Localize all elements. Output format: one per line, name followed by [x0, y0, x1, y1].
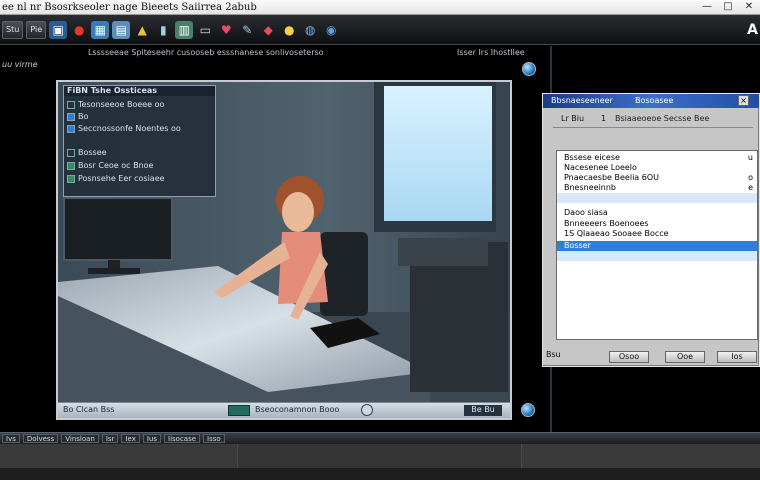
- checkbox-icon: [67, 100, 75, 109]
- secondary-bar: Lsssseeae Spiteseehr cusooseb esssnanese…: [0, 46, 760, 59]
- list-item[interactable]: [557, 193, 757, 203]
- task-item[interactable]: Iisocase: [164, 434, 201, 443]
- apply-button[interactable]: Ios: [717, 351, 757, 363]
- bottom-panel-right: [522, 444, 760, 468]
- dialog-tab-2[interactable]: 1: [601, 114, 606, 123]
- properties-dialog: Bbsnaeseeneer Bosoasee × Lr Biu 1 Bsiaae…: [542, 93, 760, 367]
- picture-icon[interactable]: ▣: [49, 20, 68, 39]
- render-viewport[interactable]: FiBN Tshe Ossticeas Tesonseeoe Boeee oo …: [56, 80, 512, 420]
- overlay-header: FiBN Tshe Ossticeas: [64, 86, 215, 96]
- feather-icon[interactable]: ✎: [238, 21, 256, 39]
- display-icon[interactable]: ▭: [196, 21, 214, 39]
- toolbar-button-pie[interactable]: Pie: [26, 20, 47, 39]
- task-item[interactable]: Dolvess: [22, 434, 59, 443]
- status-right-button[interactable]: Be Bu: [464, 405, 502, 416]
- overlay-row[interactable]: Posnsehe Eer cosiaee: [67, 174, 165, 183]
- bottom-panels: [0, 444, 760, 480]
- jar-icon[interactable]: ▮: [154, 21, 172, 39]
- dialog-title: Bbsnaeseeneer: [551, 96, 613, 105]
- overlay-row[interactable]: Tesonseeoe Boeee oo: [67, 100, 164, 109]
- globe-button-top[interactable]: [522, 62, 536, 76]
- list-item[interactable]: Daoo siasa: [557, 208, 757, 218]
- overlay-row[interactable]: Seccnossonfe Noentes oo: [67, 124, 181, 133]
- breadcrumb: Lsssseeae Spiteseehr cusooseb esssnanese…: [88, 48, 324, 57]
- toolbar-button-stu[interactable]: Stu: [2, 20, 24, 39]
- task-item[interactable]: Iex: [121, 434, 140, 443]
- dialog-title-right: Bosoasee: [635, 96, 674, 105]
- close-button[interactable]: ✕: [742, 1, 756, 12]
- checkbox-icon: [67, 148, 75, 157]
- list-item[interactable]: Bssese eicese u: [557, 153, 757, 163]
- list-item[interactable]: Bnneeeers Boenoees: [557, 219, 757, 229]
- photo-icon[interactable]: ▤: [112, 20, 131, 39]
- checkbox-icon: [67, 174, 75, 183]
- list-item[interactable]: [557, 251, 757, 261]
- tag-icon[interactable]: ◆: [259, 21, 277, 39]
- window-controls: — □ ✕: [700, 1, 756, 12]
- title-bar: ee nl nr Bsosrkseoler nage Bieeets Saiir…: [0, 0, 760, 15]
- bottom-base: [0, 468, 760, 480]
- overlay-row[interactable]: Bossee: [67, 148, 107, 157]
- cancel-button[interactable]: Ooe: [665, 351, 705, 363]
- bulb-icon[interactable]: ◉: [322, 21, 340, 39]
- heart-icon[interactable]: ♥: [217, 21, 235, 39]
- bottom-panel-left: [0, 444, 238, 468]
- info-overlay-panel: FiBN Tshe Ossticeas Tesonseeoe Boeee oo …: [63, 85, 216, 197]
- ok-button[interactable]: Osoo: [609, 351, 649, 363]
- checkbox-icon: [67, 124, 75, 133]
- checkbox-icon: [67, 112, 75, 121]
- window-title: ee nl nr Bsosrkseoler nage Bieeets Saiir…: [2, 1, 257, 13]
- checkbox-icon: [67, 161, 75, 170]
- viewport-status-bar: Bo Clcan Bss Bseoconamnon Booo Be Bu: [58, 402, 510, 418]
- bottom-panel-center: [238, 444, 522, 468]
- task-item[interactable]: Isso: [203, 434, 225, 443]
- main-toolbar: Stu Pie ▣ ● ▦ ▤ ▲ ▮ ▥ ▭ ♥ ✎ ◆ ● ◍ ◉ A: [0, 15, 760, 45]
- list-item-selected[interactable]: Bosser: [557, 241, 757, 251]
- globe-icon[interactable]: ◍: [301, 21, 319, 39]
- list-item[interactable]: 1S Qlaaeao Sooaee Bocce: [557, 229, 757, 239]
- maximize-button[interactable]: □: [721, 1, 735, 12]
- grid-icon[interactable]: ▦: [91, 20, 110, 39]
- dialog-titlebar: Bbsnaeseeneer Bosoasee ×: [543, 94, 759, 108]
- side-label: uu virme: [2, 60, 38, 69]
- list-item[interactable]: Pnaecaesbe Beelia 6OU o: [557, 173, 757, 183]
- render-mode-button[interactable]: [228, 405, 250, 416]
- dialog-footer-label: Bsu: [546, 350, 561, 359]
- overlay-row[interactable]: Bo: [67, 112, 88, 121]
- dialog-tab-1[interactable]: Lr Biu: [561, 114, 584, 123]
- list-item[interactable]: Nacesenee Loeelo: [557, 163, 757, 173]
- flask-icon[interactable]: ●: [280, 21, 298, 39]
- overlay-row[interactable]: Bosr Ceoe oc Bnoe: [67, 161, 153, 170]
- refresh-icon[interactable]: [361, 404, 373, 416]
- app-logo: A: [747, 22, 758, 38]
- panel-header: Isser Irs Ihostllee: [457, 48, 525, 57]
- task-item[interactable]: Ius: [142, 434, 161, 443]
- task-item[interactable]: Isr: [101, 434, 119, 443]
- task-item[interactable]: Ivs: [2, 434, 20, 443]
- globe-button-bottom[interactable]: [521, 403, 535, 417]
- task-item[interactable]: Vinsloan: [61, 434, 99, 443]
- status-middle: Bseoconamnon Booo: [255, 405, 340, 414]
- options-list[interactable]: Bssese eicese u Nacesenee Loeelo Pnaecaes…: [556, 150, 758, 340]
- list-item[interactable]: Bnesneeinnb e: [557, 183, 757, 193]
- status-left: Bo Clcan Bss: [63, 405, 115, 414]
- bottle-icon[interactable]: ▲: [133, 21, 151, 39]
- dialog-close-button[interactable]: ×: [738, 95, 749, 106]
- minimize-button[interactable]: —: [700, 1, 714, 12]
- taskbar: Ivs Dolvess Vinsloan Isr Iex Ius Iisocas…: [0, 432, 760, 444]
- dialog-separator: [553, 127, 753, 128]
- cabinet-icon[interactable]: ▥: [175, 20, 194, 39]
- dialog-caption: Bsiaaeoeoe Secsse Bee: [615, 114, 710, 123]
- red-car-icon[interactable]: ●: [70, 21, 88, 39]
